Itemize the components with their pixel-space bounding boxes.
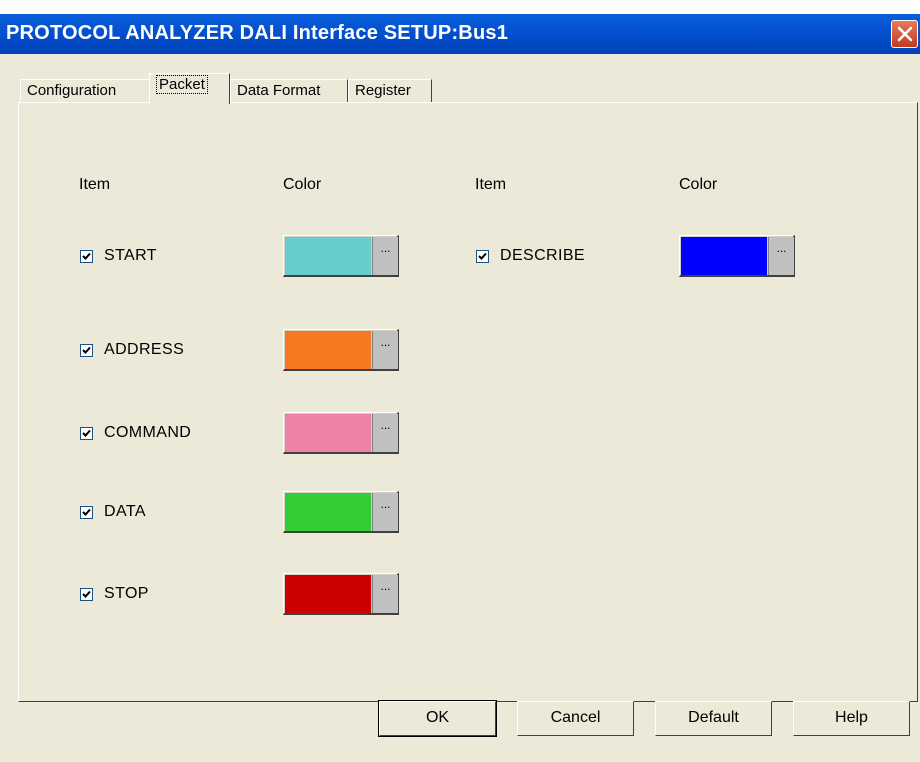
tab-label: Register <box>355 82 411 99</box>
checkmark-icon <box>478 252 487 260</box>
data-checkbox-row[interactable]: DATA <box>80 502 146 522</box>
address-color-picker[interactable]: ... <box>283 329 399 371</box>
address-checkbox[interactable] <box>80 343 93 357</box>
data-color-swatch <box>285 493 371 531</box>
describe-checkbox[interactable] <box>476 249 489 263</box>
command-checkbox[interactable] <box>80 426 93 440</box>
describe-color-browse-button[interactable]: ... <box>768 237 794 275</box>
stop-checkbox[interactable] <box>80 587 93 601</box>
setup-dialog: PROTOCOL ANALYZER DALI Interface SETUP:B… <box>0 14 920 762</box>
start-checkbox[interactable] <box>80 249 93 263</box>
checkmark-icon <box>82 429 91 437</box>
stop-color-swatch <box>285 575 371 613</box>
tab-label: Configuration <box>27 82 117 99</box>
tab-label: Packet <box>156 75 208 94</box>
color-column-header: Color <box>283 176 322 193</box>
describe-label: DESCRIBE <box>500 247 585 264</box>
describe-color-swatch <box>681 237 767 275</box>
data-checkbox[interactable] <box>80 505 93 519</box>
address-label: ADDRESS <box>104 341 185 358</box>
item-column-header: Item <box>79 176 111 193</box>
start-label: START <box>104 247 157 264</box>
window-title: PROTOCOL ANALYZER DALI Interface SETUP:B… <box>6 22 509 44</box>
tab-label: Data Format <box>237 82 321 99</box>
tab-packet[interactable]: Packet <box>149 73 230 104</box>
start-color-browse-button[interactable]: ... <box>372 237 398 275</box>
close-button[interactable] <box>891 20 918 48</box>
stop-checkbox-row[interactable]: STOP <box>80 584 149 604</box>
ok-button[interactable]: OK <box>378 700 497 737</box>
describe-checkbox-row[interactable]: DESCRIBE <box>476 246 585 266</box>
tab-data-format[interactable]: Data Format <box>230 79 348 103</box>
data-color-picker[interactable]: ... <box>283 491 399 533</box>
command-label: COMMAND <box>104 424 192 441</box>
start-color-picker[interactable]: ... <box>283 235 399 277</box>
data-color-browse-button[interactable]: ... <box>372 493 398 531</box>
command-checkbox-row[interactable]: COMMAND <box>80 423 191 443</box>
start-checkbox-row[interactable]: START <box>80 246 157 266</box>
describe-color-picker[interactable]: ... <box>679 235 795 277</box>
address-color-swatch <box>285 331 371 369</box>
close-icon <box>897 26 913 42</box>
stop-color-picker[interactable]: ... <box>283 573 399 615</box>
packet-tab-panel: Item Color Item Color START ... ADDRESS … <box>18 102 918 702</box>
title-bar: PROTOCOL ANALYZER DALI Interface SETUP:B… <box>0 14 920 54</box>
address-color-browse-button[interactable]: ... <box>372 331 398 369</box>
default-button[interactable]: Default <box>655 701 772 736</box>
command-color-picker[interactable]: ... <box>283 412 399 454</box>
tab-configuration[interactable]: Configuration <box>20 79 151 103</box>
checkmark-icon <box>82 590 91 598</box>
command-color-browse-button[interactable]: ... <box>372 414 398 452</box>
checkmark-icon <box>82 252 91 260</box>
color-column-header: Color <box>679 176 718 193</box>
item-column-header: Item <box>475 176 507 193</box>
stop-color-browse-button[interactable]: ... <box>372 575 398 613</box>
start-color-swatch <box>285 237 371 275</box>
cancel-button[interactable]: Cancel <box>517 701 634 736</box>
tab-register[interactable]: Register <box>348 79 432 103</box>
checkmark-icon <box>82 508 91 516</box>
stop-label: STOP <box>104 585 149 602</box>
help-button[interactable]: Help <box>793 701 910 736</box>
checkmark-icon <box>82 346 91 354</box>
address-checkbox-row[interactable]: ADDRESS <box>80 340 184 360</box>
data-label: DATA <box>104 503 146 520</box>
command-color-swatch <box>285 414 371 452</box>
